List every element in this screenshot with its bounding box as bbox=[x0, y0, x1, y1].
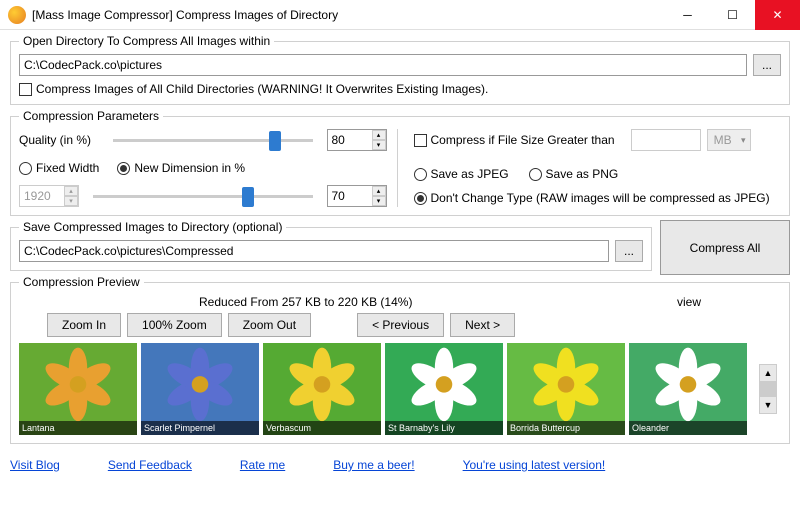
params-legend: Compression Parameters bbox=[19, 109, 163, 123]
footer-links: Visit Blog Send Feedback Rate me Buy me … bbox=[0, 452, 800, 472]
dimension-slider[interactable] bbox=[93, 195, 313, 198]
save-jpeg-radio[interactable]: Save as JPEG bbox=[414, 167, 509, 181]
send-feedback-link[interactable]: Send Feedback bbox=[108, 458, 192, 472]
scroll-down-icon[interactable]: ▼ bbox=[759, 396, 777, 414]
thumbnail-caption: Oleander bbox=[629, 421, 747, 435]
thumbnail[interactable]: Oleander bbox=[629, 343, 747, 435]
spinner-down-icon[interactable]: ▾ bbox=[372, 140, 386, 150]
rate-me-link[interactable]: Rate me bbox=[240, 458, 285, 472]
previous-button[interactable]: < Previous bbox=[357, 313, 444, 337]
preview-group: Compression Preview Reduced From 257 KB … bbox=[10, 275, 790, 444]
preview-legend: Compression Preview bbox=[19, 275, 144, 289]
fixed-width-radio[interactable]: Fixed Width bbox=[19, 161, 99, 175]
scroll-up-icon[interactable]: ▲ bbox=[759, 364, 777, 382]
width-spinner: ▴▾ bbox=[19, 185, 79, 207]
browse-button[interactable]: ... bbox=[753, 54, 781, 76]
thumbnail-caption: Lantana bbox=[19, 421, 137, 435]
buy-beer-link[interactable]: Buy me a beer! bbox=[333, 458, 414, 472]
visit-blog-link[interactable]: Visit Blog bbox=[10, 458, 60, 472]
size-input bbox=[631, 129, 701, 151]
zoom-100-button[interactable]: 100% Zoom bbox=[127, 313, 222, 337]
dont-change-radio[interactable]: Don't Change Type (RAW images will be co… bbox=[414, 191, 782, 205]
titlebar: [Mass Image Compressor] Compress Images … bbox=[0, 0, 800, 30]
compress-all-button[interactable]: Compress All bbox=[660, 220, 790, 275]
scroll-thumb[interactable] bbox=[759, 382, 777, 396]
window-title: [Mass Image Compressor] Compress Images … bbox=[32, 8, 665, 22]
size-greater-checkbox[interactable]: Compress if File Size Greater than bbox=[414, 133, 615, 147]
thumbnail-caption: Verbascum bbox=[263, 421, 381, 435]
open-directory-group: Open Directory To Compress All Images wi… bbox=[10, 34, 790, 105]
checkbox-icon bbox=[19, 83, 32, 96]
thumbnail-strip: Lantana Scarlet Pimpernel Verbascum St Barn… bbox=[19, 343, 747, 435]
minimize-button[interactable]: ─ bbox=[665, 0, 710, 30]
quality-value[interactable] bbox=[328, 130, 372, 150]
save-dir-input[interactable] bbox=[19, 240, 609, 262]
child-dirs-checkbox[interactable]: Compress Images of All Child Directories… bbox=[19, 82, 781, 96]
save-directory-group: Save Compressed Images to Directory (opt… bbox=[10, 220, 652, 271]
thumbnail[interactable]: Verbascum bbox=[263, 343, 381, 435]
zoom-out-button[interactable]: Zoom Out bbox=[228, 313, 311, 337]
spinner-up-icon[interactable]: ▴ bbox=[372, 130, 386, 140]
version-link[interactable]: You're using latest version! bbox=[463, 458, 606, 472]
maximize-button[interactable]: ☐ bbox=[710, 0, 755, 30]
save-browse-button[interactable]: ... bbox=[615, 240, 643, 262]
thumbnail-caption: St Barnaby's Lily bbox=[385, 421, 503, 435]
save-png-radio[interactable]: Save as PNG bbox=[529, 167, 619, 181]
size-unit-select: MB bbox=[707, 129, 751, 151]
app-icon bbox=[8, 6, 26, 24]
new-dimension-radio[interactable]: New Dimension in % bbox=[117, 161, 245, 175]
thumbnail-caption: Borrida Buttercup bbox=[507, 421, 625, 435]
quality-label: Quality (in %) bbox=[19, 133, 99, 147]
thumbnail-caption: Scarlet Pimpernel bbox=[141, 421, 259, 435]
scrollbar-vertical[interactable]: ▲ ▼ bbox=[759, 360, 781, 418]
directory-input[interactable] bbox=[19, 54, 747, 76]
dimension-value[interactable] bbox=[328, 186, 372, 206]
thumbnail[interactable]: Scarlet Pimpernel bbox=[141, 343, 259, 435]
quality-slider[interactable] bbox=[113, 139, 313, 142]
compression-params-group: Compression Parameters Quality (in %) ▴▾… bbox=[10, 109, 790, 216]
open-directory-legend: Open Directory To Compress All Images wi… bbox=[19, 34, 274, 48]
thumbnail[interactable]: Lantana bbox=[19, 343, 137, 435]
quality-spinner[interactable]: ▴▾ bbox=[327, 129, 387, 151]
thumbnail[interactable]: Borrida Buttercup bbox=[507, 343, 625, 435]
thumbnail[interactable]: St Barnaby's Lily bbox=[385, 343, 503, 435]
preview-status: Reduced From 257 KB to 220 KB (14%) bbox=[199, 295, 412, 309]
save-dir-legend: Save Compressed Images to Directory (opt… bbox=[19, 220, 286, 234]
width-value bbox=[20, 186, 64, 206]
dimension-spinner[interactable]: ▴▾ bbox=[327, 185, 387, 207]
next-button[interactable]: Next > bbox=[450, 313, 515, 337]
close-button[interactable]: ✕ bbox=[755, 0, 800, 30]
zoom-in-button[interactable]: Zoom In bbox=[47, 313, 121, 337]
view-label: view bbox=[677, 295, 701, 309]
child-dirs-label: Compress Images of All Child Directories… bbox=[36, 82, 488, 96]
